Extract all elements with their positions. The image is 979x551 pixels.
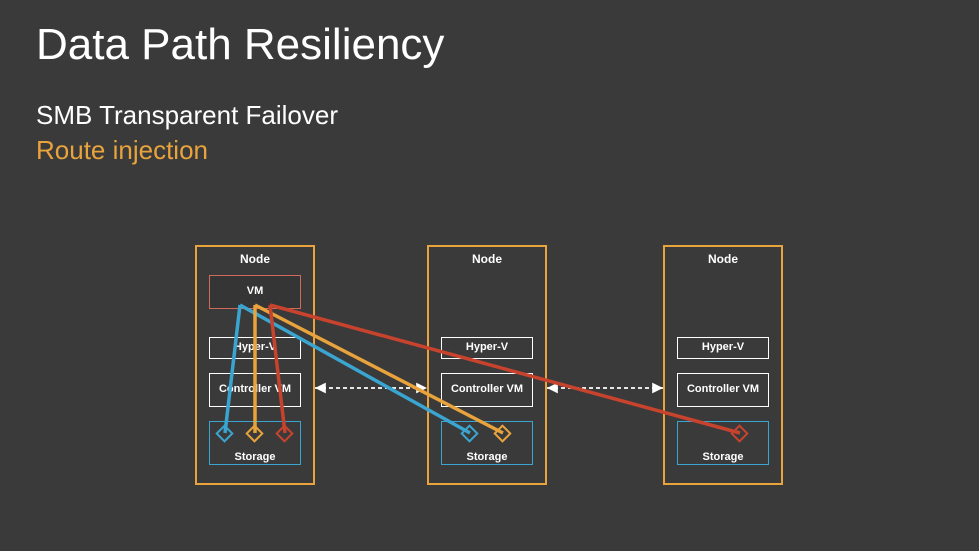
controller-box-3: Controller VM (677, 373, 769, 407)
diagram-area: Node VM Hyper-V Controller VM Storage No… (0, 245, 979, 495)
node-2-label: Node (429, 252, 545, 266)
storage-box-3: Storage (677, 421, 769, 465)
hyperv-box-3: Hyper-V (677, 337, 769, 359)
node-3-label: Node (665, 252, 781, 266)
node-1: Node VM Hyper-V Controller VM Storage (195, 245, 315, 485)
controller-box-2: Controller VM (441, 373, 533, 407)
node-3: Node Hyper-V Controller VM Storage (663, 245, 783, 485)
storage-box-2: Storage (441, 421, 533, 465)
slide-title: Data Path Resiliency (36, 20, 444, 70)
node-1-label: Node (197, 252, 313, 266)
controller-box-1: Controller VM (209, 373, 301, 407)
subtitle-smb: SMB Transparent Failover (36, 100, 338, 131)
vm-box: VM (209, 275, 301, 309)
node-2: Node Hyper-V Controller VM Storage (427, 245, 547, 485)
hyperv-box-1: Hyper-V (209, 337, 301, 359)
subtitle-route-injection: Route injection (36, 135, 208, 166)
hyperv-box-2: Hyper-V (441, 337, 533, 359)
